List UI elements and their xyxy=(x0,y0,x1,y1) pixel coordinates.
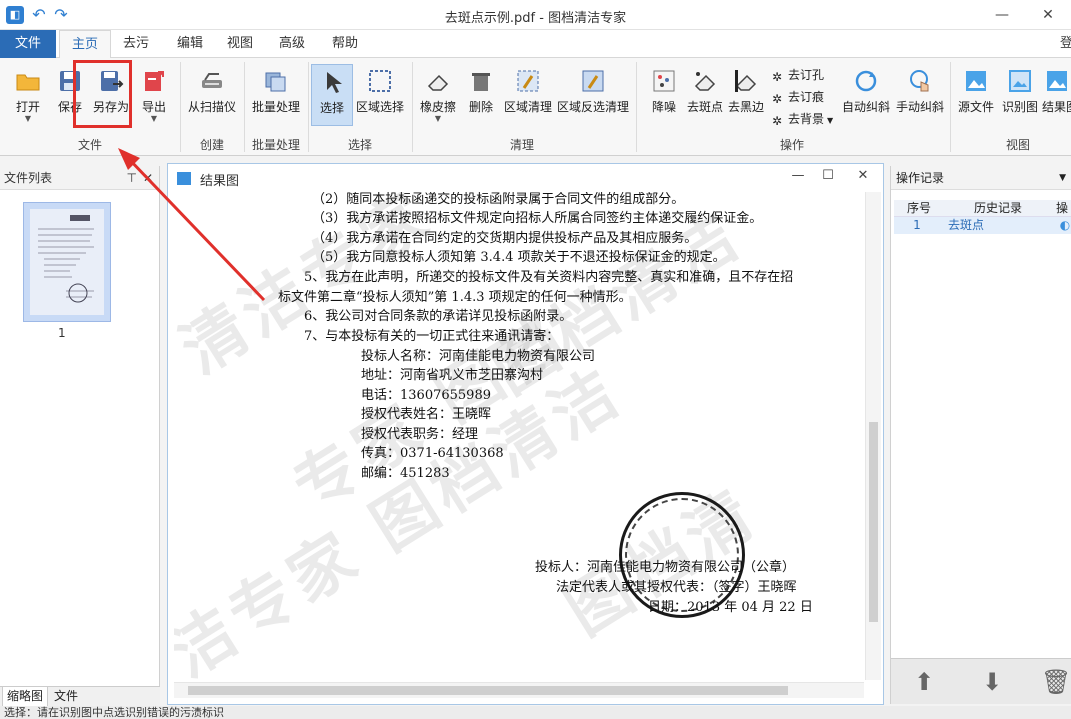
status-bar: 选择：请在识别图中点选识别错误的污渍标识 xyxy=(0,706,1071,719)
annotation-arrow xyxy=(118,148,266,302)
